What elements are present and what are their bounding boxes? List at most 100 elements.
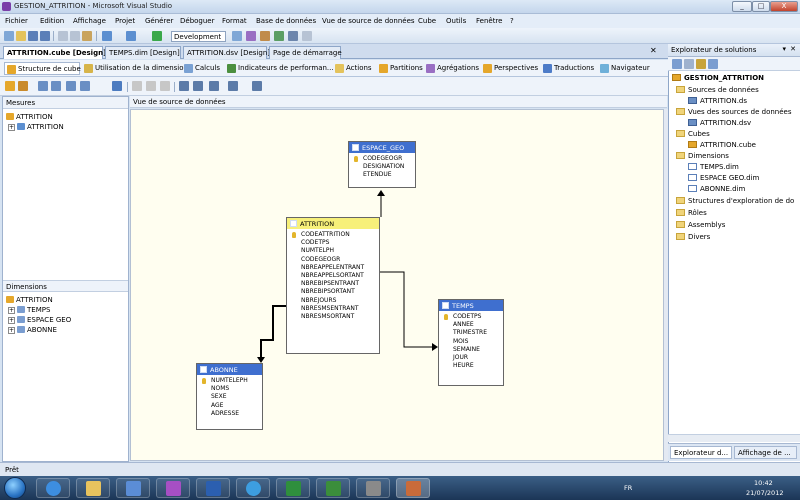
tab-partitions[interactable]: Partitions xyxy=(377,62,423,75)
dsv-diagram-canvas[interactable]: ESPACE_GEO CODEGEOGR DESIGNATION ETENDUE A… xyxy=(130,109,664,461)
measure-group-attrition[interactable]: + ATTRITION xyxy=(8,123,64,131)
tool-icon[interactable] xyxy=(260,31,270,41)
tab-temps-dim[interactable]: TEMPS.dim [Design] xyxy=(105,46,181,59)
close-button[interactable]: X xyxy=(770,1,798,12)
menu-affichage[interactable]: Affichage xyxy=(73,17,106,25)
tab-class-view[interactable]: Affichage de ... xyxy=(734,446,797,459)
clock-date[interactable]: 21/07/2012 xyxy=(746,489,783,497)
file-attrition-cube[interactable]: ATTRITION.cube xyxy=(688,141,756,149)
tab-solution-explorer[interactable]: Explorateur d... xyxy=(670,446,732,459)
table-column[interactable]: CODEATTRITION xyxy=(287,231,379,239)
menu-outils[interactable]: Outils xyxy=(446,17,466,25)
menu-generer[interactable]: Générer xyxy=(145,17,173,25)
save-icon[interactable] xyxy=(28,31,38,41)
menu-format[interactable]: Format xyxy=(222,17,247,25)
paste-icon[interactable] xyxy=(82,31,92,41)
tab-attrition-dsv[interactable]: ATTRITION.dsv [Design] xyxy=(183,46,270,59)
taskbar-excel[interactable] xyxy=(276,478,310,498)
table-header[interactable]: ABONNE xyxy=(197,364,262,375)
file-attrition-ds[interactable]: ATTRITION.ds xyxy=(688,97,747,105)
table-column[interactable]: SEMAINE xyxy=(439,346,503,354)
dimensions-root[interactable]: ATTRITION xyxy=(6,296,53,304)
undo-icon[interactable] xyxy=(102,31,112,41)
table-column[interactable]: CODETPS xyxy=(287,239,379,247)
add-measure-icon[interactable] xyxy=(5,81,15,91)
table-column[interactable]: NBRESMSORTANT xyxy=(287,313,379,321)
tab-navigateur[interactable]: Navigateur xyxy=(598,62,650,75)
horizontal-scrollbar[interactable] xyxy=(668,434,800,442)
table-column[interactable]: ADRESSE xyxy=(197,410,262,418)
expand-icon[interactable]: + xyxy=(8,317,15,324)
expand-icon[interactable]: + xyxy=(8,327,15,334)
table-column[interactable]: TRIMESTRE xyxy=(439,329,503,337)
tab-attrition-cube[interactable]: ATTRITION.cube [Design]* xyxy=(3,46,110,59)
start-debug-icon[interactable] xyxy=(152,31,162,41)
clock-time[interactable]: 10:42 xyxy=(754,479,773,487)
save-all-icon[interactable] xyxy=(40,31,50,41)
table-column[interactable]: NUMTELEPH xyxy=(197,377,262,385)
tool-icon[interactable] xyxy=(288,31,298,41)
menu-help[interactable]: ? xyxy=(510,17,514,25)
taskbar-explorer[interactable] xyxy=(76,478,110,498)
folder-vues-sources-donnees[interactable]: Vues des sources de données xyxy=(676,108,792,116)
grid-view-icon[interactable] xyxy=(66,81,76,91)
table-header[interactable]: TEMPS xyxy=(439,300,503,311)
menu-vue-source-donnees[interactable]: Vue de source de données xyxy=(322,17,415,25)
view-code-icon[interactable] xyxy=(696,59,706,69)
table-column[interactable]: NBREBIPSENTRANT xyxy=(287,280,379,288)
start-button[interactable] xyxy=(4,477,26,499)
maximize-button[interactable]: □ xyxy=(752,1,770,12)
move-up-icon[interactable] xyxy=(146,81,156,91)
table-column[interactable]: NBRESMSENTRANT xyxy=(287,305,379,313)
taskbar-visual-studio[interactable] xyxy=(396,478,430,498)
table-column[interactable]: DESIGNATION xyxy=(349,163,415,171)
table-espace-geo[interactable]: ESPACE_GEO CODEGEOGR DESIGNATION ETENDUE xyxy=(348,141,416,188)
close-document-icon[interactable]: ✕ xyxy=(650,46,657,55)
file-temps-dim[interactable]: TEMPS.dim xyxy=(688,163,739,171)
table-column[interactable]: MOIS xyxy=(439,338,503,346)
zoom-icon[interactable] xyxy=(228,81,238,91)
menu-fichier[interactable]: Fichier xyxy=(5,17,28,25)
expand-icon[interactable]: + xyxy=(8,124,15,131)
tab-calculs[interactable]: Calculs xyxy=(182,62,222,75)
tab-utilisation-dimension[interactable]: Utilisation de la dimension xyxy=(82,62,188,75)
arrange-icon[interactable] xyxy=(209,81,219,91)
measures-root[interactable]: ATTRITION xyxy=(6,113,53,121)
tool-icon[interactable] xyxy=(274,31,284,41)
table-column[interactable]: JOUR xyxy=(439,354,503,362)
folder-sources-donnees[interactable]: Sources de données xyxy=(676,86,759,94)
properties-icon[interactable] xyxy=(672,59,682,69)
project-node[interactable]: GESTION_ATTRITION xyxy=(672,74,764,82)
menu-base-de-donnees[interactable]: Base de données xyxy=(256,17,316,25)
table-abonne[interactable]: ABONNE NUMTELEPH NOMS SEXE AGE ADRESSE xyxy=(196,363,263,430)
file-espace-geo-dim[interactable]: ESPACE GEO.dim xyxy=(688,174,759,182)
table-header[interactable]: ESPACE_GEO xyxy=(349,142,415,153)
view-designer-icon[interactable] xyxy=(708,59,718,69)
tab-traductions[interactable]: Traductions xyxy=(541,62,594,75)
close-panel-icon[interactable]: ✕ xyxy=(790,45,796,53)
menu-cube[interactable]: Cube xyxy=(418,17,436,25)
open-icon[interactable] xyxy=(16,31,26,41)
relation-attrition-abonne[interactable] xyxy=(260,305,286,360)
table-column[interactable]: NBREAPPELSORTANT xyxy=(287,272,379,280)
table-column[interactable]: NUMTELPH xyxy=(287,247,379,255)
table-column[interactable]: CODEGEOGR xyxy=(349,155,415,163)
taskbar-ie[interactable] xyxy=(36,478,70,498)
table-column[interactable]: NBREBIPSORTANT xyxy=(287,288,379,296)
taskbar-media[interactable] xyxy=(236,478,270,498)
table-temps[interactable]: TEMPS CODETPS ANNEE TRIMESTRE MOIS SEMAINE JO… xyxy=(438,299,504,386)
file-abonne-dim[interactable]: ABONNE.dim xyxy=(688,185,745,193)
configuration-dropdown[interactable]: Development xyxy=(171,31,226,42)
language-indicator[interactable]: FR xyxy=(624,484,632,492)
table-column[interactable]: NBREAPPELENTRANT xyxy=(287,264,379,272)
copy-icon[interactable] xyxy=(70,31,80,41)
menu-deboguer[interactable]: Déboguer xyxy=(180,17,215,25)
folder-structures-exploration[interactable]: Structures d'exploration de do xyxy=(676,197,794,205)
table-column[interactable]: HEURE xyxy=(439,362,503,370)
table-icon[interactable] xyxy=(193,81,203,91)
tab-indicateurs-performance[interactable]: Indicateurs de performan... xyxy=(225,62,334,75)
folder-dimensions[interactable]: Dimensions xyxy=(676,152,729,160)
pin-icon[interactable]: ▾ xyxy=(782,45,786,53)
show-all-files-icon[interactable] xyxy=(684,59,694,69)
table-header[interactable]: ATTRITION xyxy=(287,218,379,229)
